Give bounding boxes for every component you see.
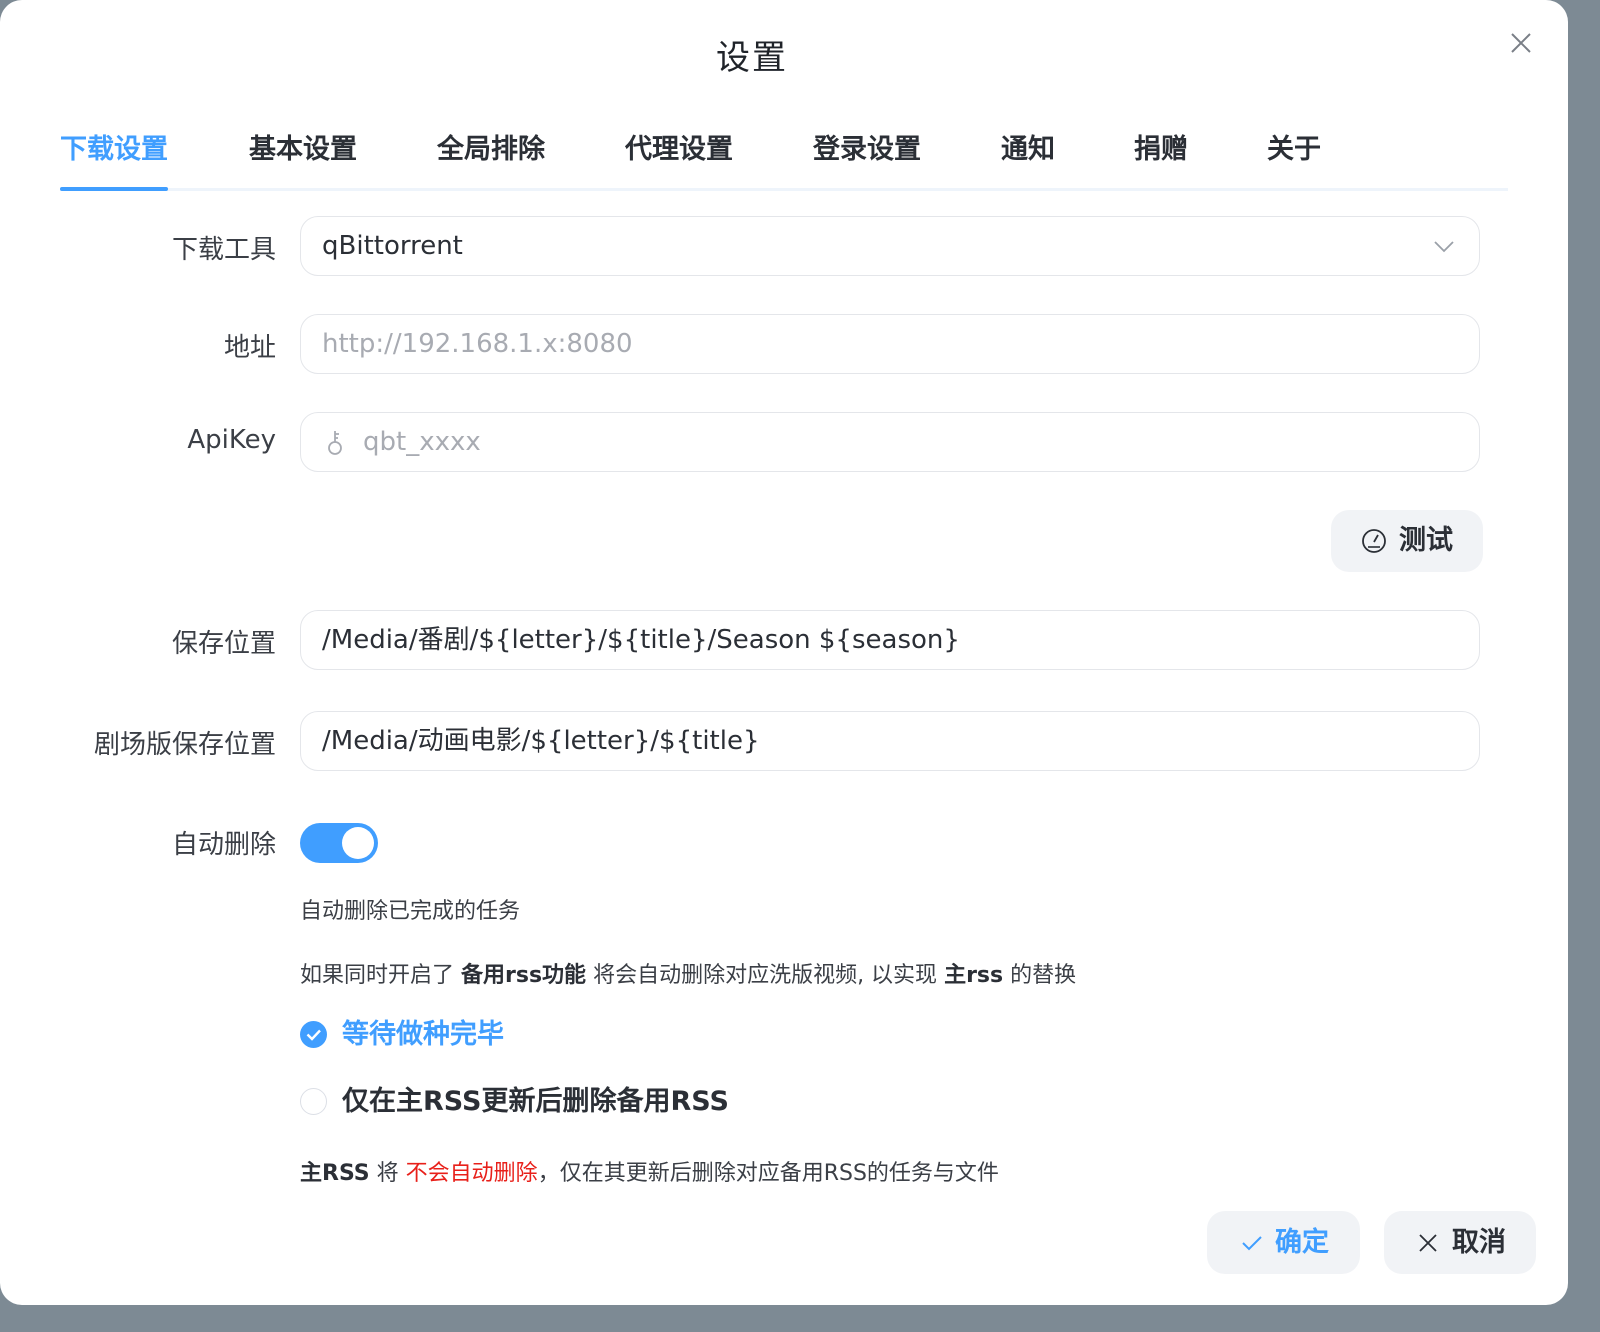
gauge-icon	[1362, 529, 1386, 553]
tab-proxy-settings[interactable]: 代理设置	[625, 130, 733, 188]
radio-wait-seeding-label: 等待做种完毕	[342, 1019, 504, 1050]
footnote-bold-main-rss: 主RSS	[300, 1161, 370, 1186]
cancel-button[interactable]: 取消	[1384, 1211, 1536, 1274]
radio-delete-after-main-rss-label: 仅在主RSS更新后删除备用RSS	[342, 1086, 729, 1117]
footnote-rest: ，仅在其更新后删除对应备用RSS的任务与文件	[537, 1161, 999, 1186]
confirm-button[interactable]: 确定	[1207, 1211, 1360, 1274]
auto-delete-toggle[interactable]	[300, 823, 378, 863]
cancel-button-label: 取消	[1452, 1227, 1506, 1258]
download-tool-select[interactable]: qBittorrent	[300, 216, 1480, 276]
download-tool-value: qBittorrent	[322, 231, 463, 261]
tab-download-settings[interactable]: 下载设置	[60, 130, 168, 191]
dialog-title: 设置	[716, 38, 788, 78]
address-input[interactable]: http://192.168.1.x:8080	[300, 314, 1480, 374]
address-label: 地址	[223, 333, 276, 363]
auto-delete-info: 如果同时开启了 备用rss功能 将会自动删除对应洗版视频, 以实现 主rss 的…	[300, 957, 1076, 989]
save-path-value: /Media/番剧/${letter}/${title}/Season ${se…	[322, 625, 960, 655]
info-bold-main-rss: 主rss	[944, 963, 1004, 988]
info-suffix: 的替换	[1010, 963, 1077, 988]
tab-login-settings[interactable]: 登录设置	[813, 130, 921, 188]
tab-global-exclude[interactable]: 全局排除	[437, 130, 545, 188]
info-prefix: 如果同时开启了	[300, 963, 455, 988]
apikey-input[interactable]: qbt_xxxx	[300, 412, 1480, 472]
auto-delete-footnote: 主RSS 将 不会自动删除，仅在其更新后删除对应备用RSS的任务与文件	[300, 1155, 999, 1187]
auto-delete-description: 自动删除已完成的任务	[300, 899, 521, 924]
tab-notification[interactable]: 通知	[1001, 130, 1055, 188]
chevron-down-icon	[1434, 241, 1454, 253]
radio-checked-icon	[300, 1021, 327, 1048]
tab-bar: 下载设置 基本设置 全局排除 代理设置 登录设置 通知 捐赠 关于	[60, 120, 1508, 191]
test-button[interactable]: 测试	[1331, 510, 1483, 572]
toggle-knob	[342, 827, 374, 859]
movie-save-path-label: 剧场版保存位置	[93, 730, 276, 760]
auto-delete-label: 自动删除	[171, 830, 276, 860]
footnote-warning: 不会自动删除	[405, 1161, 538, 1186]
info-middle: 将会自动删除对应洗版视频, 以实现	[593, 963, 938, 988]
key-icon	[328, 431, 342, 455]
address-placeholder: http://192.168.1.x:8080	[322, 329, 633, 359]
movie-save-path-value: /Media/动画电影/${letter}/${title}	[322, 726, 760, 756]
check-icon	[1242, 1236, 1262, 1251]
close-x-icon	[1419, 1234, 1437, 1252]
radio-unchecked-icon	[300, 1088, 327, 1115]
info-bold-backup-rss: 备用rss功能	[461, 963, 587, 988]
footnote-word: 将	[376, 1161, 399, 1186]
tab-basic-settings[interactable]: 基本设置	[249, 130, 357, 188]
apikey-placeholder: qbt_xxxx	[363, 427, 481, 457]
save-path-input[interactable]: /Media/番剧/${letter}/${title}/Season ${se…	[300, 610, 1480, 670]
save-path-label: 保存位置	[171, 629, 276, 659]
close-icon[interactable]	[1506, 28, 1536, 58]
movie-save-path-input[interactable]: /Media/动画电影/${letter}/${title}	[300, 711, 1480, 771]
tab-about[interactable]: 关于	[1267, 130, 1321, 188]
settings-dialog: 设置 下载设置 基本设置 全局排除 代理设置 登录设置 通知 捐赠 关于 下载工…	[0, 0, 1568, 1305]
confirm-button-label: 确定	[1275, 1227, 1329, 1258]
download-tool-label: 下载工具	[171, 235, 276, 265]
apikey-label: ApiKey	[187, 425, 276, 455]
test-button-label: 测试	[1399, 525, 1453, 556]
tab-donate[interactable]: 捐赠	[1134, 130, 1188, 188]
